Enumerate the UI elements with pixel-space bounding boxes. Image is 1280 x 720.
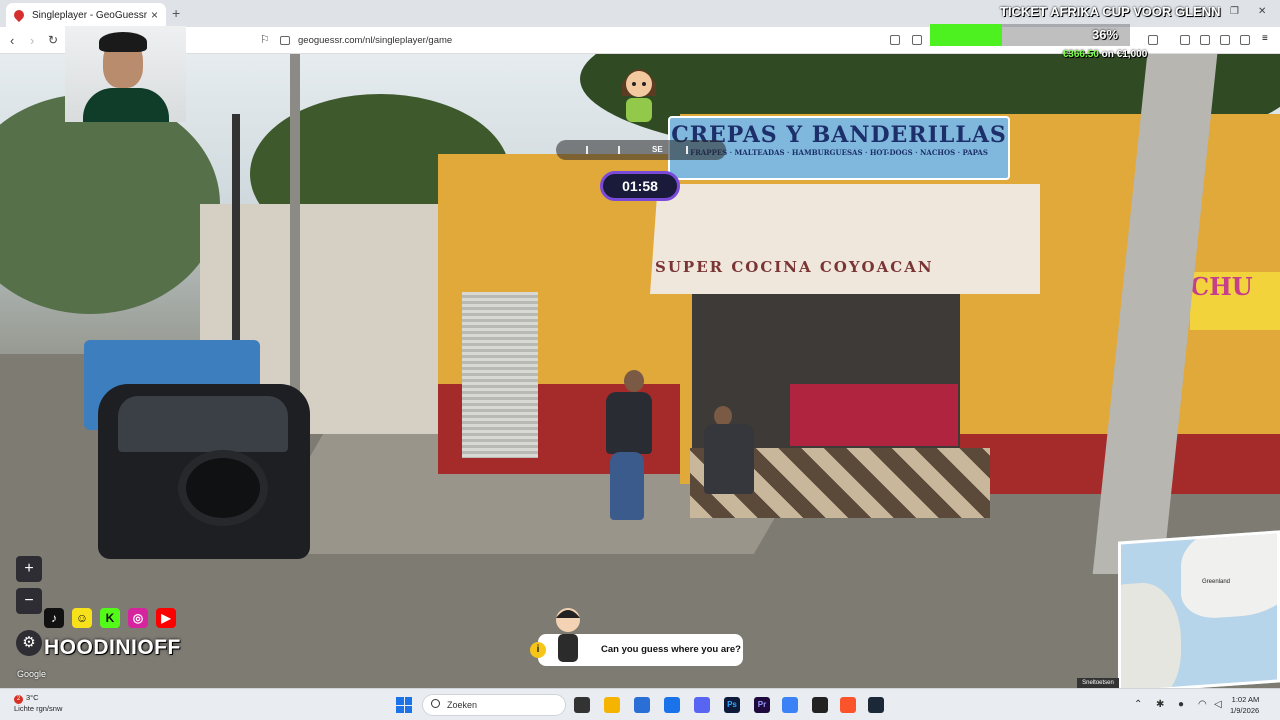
back-icon[interactable]: ‹ [10, 33, 14, 48]
weather-temp: 3°C [26, 693, 39, 702]
avatar-icon [622, 69, 656, 122]
app-arc-icon[interactable] [782, 697, 798, 713]
geoguessr-favicon-icon [11, 7, 27, 23]
menu-icon[interactable]: ≡ [1262, 33, 1272, 44]
mail-icon[interactable] [664, 697, 680, 713]
side-banner-text: CHU [1190, 272, 1253, 301]
donation-goal-percent: 36% [1091, 27, 1119, 42]
donation-target: on €1,000 [1101, 49, 1148, 60]
brave-icon[interactable] [840, 697, 856, 713]
map-land-canada [1118, 580, 1181, 694]
premiere-icon[interactable]: Pr [754, 697, 770, 713]
map-land-greenland [1181, 530, 1280, 621]
weather-desc: Lichte rgn/snw [14, 704, 63, 713]
youtube-icon: ▶ [156, 608, 176, 628]
kick-icon: K [100, 608, 120, 628]
donation-goal-title: TICKET AFRIKA CUP VOOR GLENN [1000, 4, 1221, 19]
tab-title: Singleplayer - GeoGuessr [32, 9, 148, 21]
address-bar[interactable]: geoguessr.com/nl/singleplayer/game [280, 31, 900, 50]
store-icon[interactable] [634, 697, 650, 713]
reload-icon[interactable]: ↻ [48, 33, 58, 47]
zoom-out-button[interactable]: − [16, 588, 42, 614]
jeep-window [118, 396, 288, 452]
hint-info-icon: i [530, 642, 546, 658]
sidebar-icon[interactable] [1180, 35, 1190, 45]
discord-icon[interactable] [694, 697, 710, 713]
webcam-overlay [65, 26, 186, 122]
streamer-name: HOODINIOFF [44, 636, 181, 659]
settings-gear-icon[interactable]: ⚙ [16, 630, 42, 656]
mic-icon[interactable]: ● [1178, 699, 1184, 710]
donation-raised: €366.50 [1062, 49, 1099, 60]
volume-icon[interactable]: ◁ [1214, 699, 1222, 710]
clock-date: 1/9/2026 [1230, 706, 1260, 715]
donation-goal-fill [930, 24, 1002, 46]
person-standing-head [624, 370, 644, 392]
instagram-icon: ◎ [128, 608, 148, 628]
side-banner: CHU [1190, 272, 1280, 330]
snapchat-icon: ☺ [72, 608, 92, 628]
awning [650, 184, 1040, 294]
maximize-button[interactable]: ❐ [1230, 6, 1239, 17]
webcam-hair [99, 32, 147, 52]
shop-shutter [462, 292, 538, 458]
social-icons: ♪ ☺ K ◎ ▶ [44, 608, 176, 628]
keyboard-shortcuts-link[interactable]: Sneltoetsen [1077, 678, 1119, 688]
extension-puzzle-icon[interactable] [1220, 35, 1230, 45]
compass-tick [618, 146, 620, 154]
screen: Singleplayer - GeoGuessr × + — ❐ ✕ ‹ › ↻… [0, 0, 1280, 720]
photoshop-icon[interactable]: Ps [724, 697, 740, 713]
close-window-button[interactable]: ✕ [1258, 6, 1266, 17]
tiktok-icon: ♪ [44, 608, 64, 628]
weather-widget[interactable]: 2 3°C Lichte rgn/snw [14, 693, 62, 714]
obs-icon[interactable] [812, 697, 828, 713]
zoom-in-button[interactable]: + [16, 556, 42, 582]
extensions-icon[interactable] [1148, 35, 1158, 45]
weather-badge: 2 [14, 695, 23, 704]
shield-icon[interactable] [1240, 35, 1250, 45]
compass-tick [686, 146, 688, 154]
compass-tick [586, 146, 588, 154]
person-standing [606, 392, 652, 454]
utility-pole-dark [232, 114, 240, 374]
taskbar: 2 3°C Lichte rgn/snw Zoeken Ps Pr ⌃ ✱ ● ◠… [0, 688, 1280, 720]
round-timer: 01:58 [600, 171, 680, 201]
tab-close-icon[interactable]: × [151, 8, 158, 22]
search-placeholder: Zoeken [447, 700, 478, 710]
cast-icon[interactable] [912, 35, 922, 45]
compass-direction: SE [652, 145, 663, 154]
forward-icon[interactable]: › [30, 33, 34, 48]
tray-chevron-icon[interactable]: ⌃ [1134, 699, 1142, 710]
spare-tire [178, 450, 268, 526]
new-tab-button[interactable]: + [172, 5, 180, 21]
bookmark-icon[interactable]: ⚐ [260, 33, 270, 46]
clock-time: 1:02 AM [1231, 695, 1260, 704]
shop-counter [790, 384, 958, 446]
wifi-icon[interactable]: ◠ [1198, 699, 1207, 710]
compass[interactable]: SE [556, 140, 726, 160]
awning-text: SUPER COCINA COYOACAN [655, 258, 934, 276]
webcam-shirt [83, 88, 169, 122]
wallet-icon[interactable] [1200, 35, 1210, 45]
clock[interactable]: 1:02 AM 1/9/2026 [1230, 694, 1259, 716]
guide-avatar-icon [556, 608, 580, 662]
reader-icon[interactable] [890, 35, 900, 45]
browser-tab[interactable]: Singleplayer - GeoGuessr × [6, 3, 166, 27]
google-attribution: Google [17, 669, 47, 679]
site-info-icon[interactable] [280, 36, 290, 45]
url-text: geoguessr.com/nl/singleplayer/game [298, 35, 453, 46]
bluetooth-icon[interactable]: ✱ [1156, 699, 1164, 710]
steam-icon[interactable] [868, 697, 884, 713]
file-explorer-icon[interactable] [604, 697, 620, 713]
taskbar-search[interactable]: Zoeken [422, 694, 566, 716]
search-icon [431, 699, 440, 708]
start-button-icon[interactable] [396, 697, 412, 713]
person-sitting [704, 424, 754, 494]
task-view-icon[interactable] [574, 697, 590, 713]
person-sitting-head [714, 406, 732, 426]
guess-minimap[interactable] [1118, 530, 1280, 694]
person-standing-legs [610, 452, 644, 520]
donation-goal-amount: €366.50 on €1,000 [1030, 49, 1180, 60]
map-label: Greenland [1202, 579, 1231, 585]
